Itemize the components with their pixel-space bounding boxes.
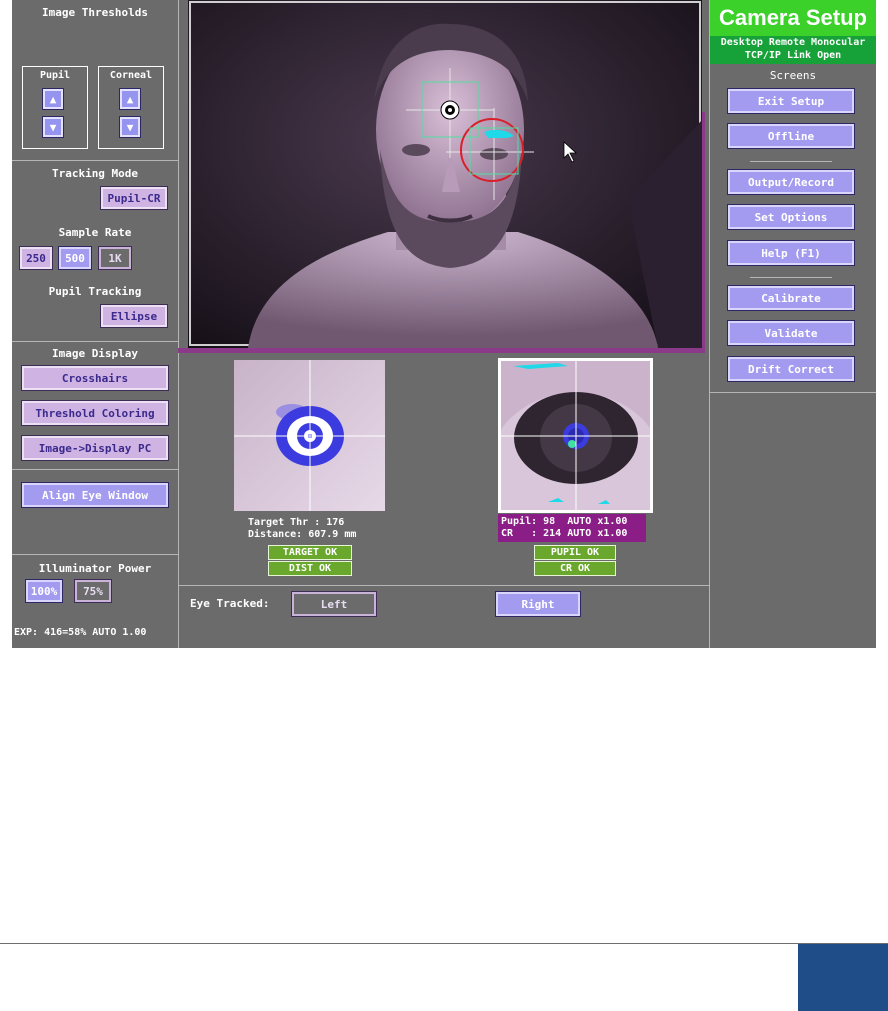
offline-button[interactable]: Offline <box>727 123 855 149</box>
drift-correct-button[interactable]: Drift Correct <box>727 356 855 382</box>
purple-frame-bottom <box>178 348 705 353</box>
sample-rate-500-button[interactable]: 500 <box>58 246 92 270</box>
threshold-coloring-button[interactable]: Threshold Coloring <box>21 400 169 426</box>
set-options-button[interactable]: Set Options <box>727 204 855 230</box>
target-distance-readout: Distance: 607.9 mm <box>248 529 357 540</box>
validate-button[interactable]: Validate <box>727 320 855 346</box>
illuminator-power-title: Illuminator Power <box>38 562 152 575</box>
pupil-threshold-readout: Pupil: 98 AUTO x1.00 <box>501 516 628 527</box>
divider <box>750 277 832 278</box>
sample-rate-250-button[interactable]: 250 <box>19 246 53 270</box>
divider <box>12 469 178 470</box>
corneal-threshold-label: Corneal <box>109 70 153 81</box>
help-button[interactable]: Help (F1) <box>727 240 855 266</box>
illuminator-75-button[interactable]: 75% <box>74 579 112 603</box>
corneal-threshold-down-button[interactable]: ▼ <box>119 116 141 138</box>
page-footer-block <box>798 944 888 1011</box>
divider <box>178 0 179 648</box>
eye-tracked-label: Eye Tracked: <box>190 597 270 610</box>
divider <box>12 341 178 342</box>
screens-label: Screens <box>769 69 817 82</box>
align-eye-window-button[interactable]: Align Eye Window <box>21 482 169 508</box>
arrow-down-icon: ▼ <box>126 120 134 134</box>
page-footer-rule <box>0 943 888 944</box>
tracking-mode-title: Tracking Mode <box>51 167 139 180</box>
pupil-ok-status: PUPIL OK <box>534 545 616 560</box>
calibrate-button[interactable]: Calibrate <box>727 285 855 311</box>
target-view-svg <box>234 360 385 511</box>
camera-image-svg <box>188 0 702 348</box>
image-display-pc-button[interactable]: Image->Display PC <box>21 435 169 461</box>
eye-view-svg <box>501 361 650 510</box>
exposure-readout: EXP: 416=58% AUTO 1.00 <box>14 627 147 638</box>
output-record-button[interactable]: Output/Record <box>727 169 855 195</box>
sample-rate-title: Sample Rate <box>58 226 132 239</box>
divider <box>710 392 876 393</box>
pupil-tracking-title: Pupil Tracking <box>48 285 142 298</box>
camera-setup-header: Camera Setup <box>710 0 876 36</box>
sample-rate-1k-button[interactable]: 1K <box>98 246 132 270</box>
camera-setup-window: Image Thresholds Pupil ▲ ▼ Corneal ▲ ▼ T… <box>12 0 876 648</box>
corneal-threshold-up-button[interactable]: ▲ <box>119 88 141 110</box>
divider <box>12 554 178 555</box>
crosshairs-button[interactable]: Crosshairs <box>21 365 169 391</box>
left-control-panel: Image Thresholds Pupil ▲ ▼ Corneal ▲ ▼ T… <box>12 0 178 648</box>
cr-ok-status: CR OK <box>534 561 616 576</box>
divider <box>12 160 178 161</box>
arrow-down-icon: ▼ <box>49 120 57 134</box>
illuminator-100-button[interactable]: 100% <box>25 579 63 603</box>
mode-line-1: Desktop Remote Monocular <box>720 37 866 48</box>
eye-right-button[interactable]: Right <box>495 591 581 617</box>
exit-setup-button[interactable]: Exit Setup <box>727 88 855 114</box>
target-ok-status: TARGET OK <box>268 545 352 560</box>
arrow-up-icon: ▲ <box>126 92 134 106</box>
image-display-title: Image Display <box>51 347 139 360</box>
divider <box>178 585 709 586</box>
right-control-panel: Camera Setup Desktop Remote Monocular TC… <box>710 0 876 648</box>
divider <box>750 161 832 162</box>
purple-frame-right <box>702 112 705 353</box>
image-thresholds-title: Image Thresholds <box>42 6 148 19</box>
pupil-tracking-button[interactable]: Ellipse <box>100 304 168 328</box>
eye-left-button[interactable]: Left <box>291 591 377 617</box>
eye-view-image <box>498 358 653 513</box>
cr-threshold-readout: CR : 214 AUTO x1.00 <box>501 528 628 539</box>
arrow-up-icon: ▲ <box>49 92 57 106</box>
distance-ok-status: DIST OK <box>268 561 352 576</box>
pupil-threshold-down-button[interactable]: ▼ <box>42 116 64 138</box>
camera-setup-title: Camera Setup <box>719 5 867 30</box>
target-threshold-readout: Target Thr : 176 <box>248 517 345 528</box>
tracking-mode-button[interactable]: Pupil-CR <box>100 186 168 210</box>
mode-line-2: TCP/IP Link Open <box>744 50 842 61</box>
pupil-threshold-up-button[interactable]: ▲ <box>42 88 64 110</box>
camera-image <box>188 0 702 348</box>
target-view-image <box>234 360 385 511</box>
pupil-threshold-label: Pupil <box>39 70 71 81</box>
